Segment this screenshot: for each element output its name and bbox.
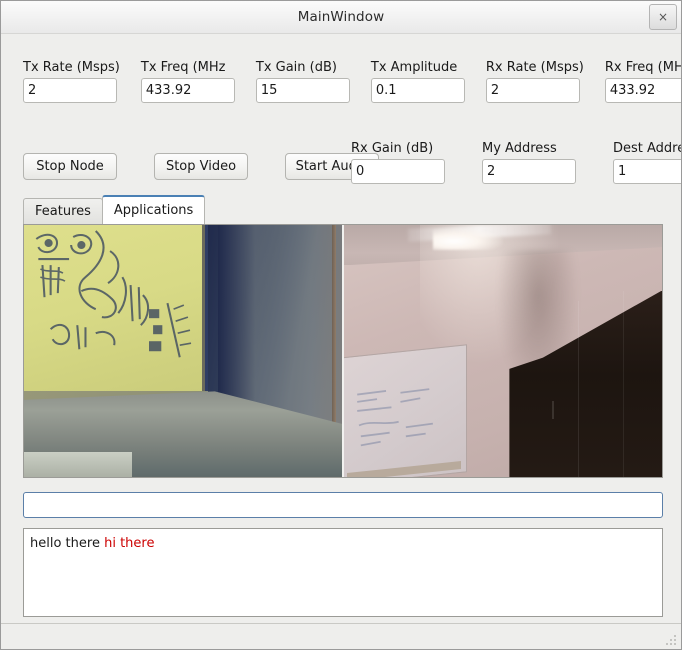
chat-message-remote: hi there bbox=[104, 536, 155, 551]
remote-ceiling-light bbox=[433, 227, 503, 251]
input-my-address[interactable] bbox=[482, 159, 576, 184]
chat-log[interactable]: hello there hi there bbox=[23, 528, 663, 617]
local-video-image bbox=[24, 225, 342, 477]
label-rx-gain: Rx Gain (dB) bbox=[351, 141, 434, 156]
remote-cabinet-seam-2 bbox=[622, 290, 624, 477]
chat-line: hello there hi there bbox=[30, 535, 656, 552]
remote-cabinet-handle bbox=[551, 401, 554, 420]
video-panel bbox=[23, 224, 663, 478]
label-my-address: My Address bbox=[482, 141, 557, 156]
label-tx-amplitude: Tx Amplitude bbox=[370, 60, 458, 75]
local-desk-front bbox=[24, 451, 133, 477]
input-dest-address[interactable] bbox=[613, 159, 681, 184]
label-rx-freq: Rx Freq (MHz) bbox=[604, 60, 681, 75]
tab-features[interactable]: Features bbox=[23, 198, 103, 224]
label-tx-rate: Tx Rate (Msps) bbox=[23, 60, 120, 75]
label-tx-gain: Tx Gain (dB) bbox=[255, 60, 337, 75]
input-tx-rate[interactable] bbox=[23, 78, 117, 103]
input-tx-freq[interactable] bbox=[140, 78, 235, 103]
input-rx-rate[interactable] bbox=[485, 78, 580, 103]
field-dest-address: Dest Address bbox=[613, 141, 681, 184]
input-rx-gain[interactable] bbox=[351, 159, 445, 184]
label-dest-address: Dest Address bbox=[613, 141, 681, 156]
input-tx-amplitude[interactable] bbox=[370, 78, 465, 103]
tab-applications[interactable]: Applications bbox=[101, 195, 206, 224]
remote-whiteboard-writing bbox=[357, 388, 434, 447]
parameter-grid: Tx Rate (Msps) Tx Freq (MHz Tx Gain (dB)… bbox=[23, 60, 681, 103]
field-my-address: My Address bbox=[482, 141, 592, 184]
remote-video-feed[interactable] bbox=[344, 225, 662, 477]
main-window: MainWindow × Tx Rate (Msps) Tx Freq (MHz… bbox=[0, 0, 682, 650]
input-rx-freq[interactable] bbox=[604, 78, 681, 103]
message-input[interactable] bbox=[23, 492, 663, 518]
stop-video-button[interactable]: Stop Video bbox=[154, 153, 248, 180]
stop-node-button[interactable]: Stop Node bbox=[23, 153, 117, 180]
field-rx-rate: Rx Rate (Msps) bbox=[485, 60, 584, 103]
chat-message-local: hello there bbox=[30, 536, 100, 551]
parameter-row-1: Tx Rate (Msps) Tx Freq (MHz Tx Gain (dB)… bbox=[23, 60, 681, 103]
label-tx-freq: Tx Freq (MHz bbox=[140, 60, 226, 75]
local-video-feed[interactable] bbox=[24, 225, 342, 477]
label-rx-rate: Rx Rate (Msps) bbox=[485, 60, 584, 75]
remote-video-image bbox=[344, 225, 662, 477]
field-tx-freq: Tx Freq (MHz bbox=[140, 60, 235, 103]
tab-bar: Features Applications bbox=[23, 195, 206, 224]
client-area: Tx Rate (Msps) Tx Freq (MHz Tx Gain (dB)… bbox=[1, 34, 681, 623]
status-bar bbox=[1, 623, 681, 649]
close-icon[interactable]: × bbox=[649, 4, 677, 30]
window-title: MainWindow bbox=[297, 9, 385, 25]
field-tx-rate: Tx Rate (Msps) bbox=[23, 60, 120, 103]
field-tx-amplitude: Tx Amplitude bbox=[370, 60, 465, 103]
field-rx-freq: Rx Freq (MHz) bbox=[604, 60, 681, 103]
resize-grip-icon[interactable] bbox=[664, 633, 678, 647]
field-rx-gain: Rx Gain (dB) bbox=[351, 141, 461, 184]
field-tx-gain: Tx Gain (dB) bbox=[255, 60, 350, 103]
title-bar: MainWindow × bbox=[1, 1, 681, 34]
local-whiteboard-writing bbox=[35, 230, 192, 358]
input-tx-gain[interactable] bbox=[255, 78, 350, 103]
parameter-row-2: Rx Gain (dB) My Address Dest Address bbox=[351, 141, 681, 184]
remote-cabinet-seam-1 bbox=[578, 300, 580, 477]
